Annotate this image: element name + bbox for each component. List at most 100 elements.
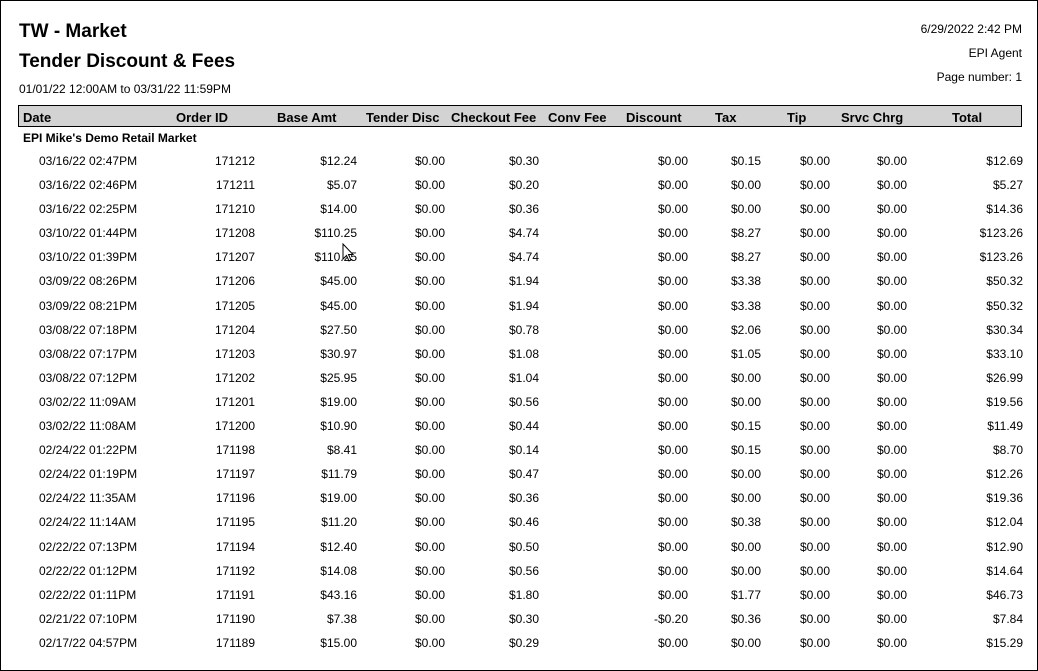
cell-date: 02/22/22 01:12PM — [39, 563, 138, 578]
cell-order-id: 171198 — [215, 443, 255, 458]
table-row: 02/21/22 07:10PM 171190 $7.38 $0.00 $0.30 -$0… — [1, 608, 1038, 632]
cell-base-amt: $15.00 — [320, 635, 357, 650]
cell-base-amt: $12.24 — [320, 154, 357, 168]
cell-tender-disc: $0.00 — [414, 394, 445, 409]
cell-order-id: 171191 — [215, 587, 255, 602]
cell-base-amt: $27.50 — [320, 322, 357, 337]
cell-tender-disc: $0.00 — [414, 539, 445, 554]
cell-checkout-fee: $1.94 — [508, 298, 539, 313]
table-row: 03/16/22 02:46PM 171211 $5.07 $0.00 $0.20 $0.… — [1, 174, 1038, 198]
cell-tax: $0.38 — [730, 515, 761, 530]
cell-discount: $0.00 — [657, 226, 688, 241]
cell-discount: $0.00 — [657, 370, 688, 385]
cell-srvc-chrg: $0.00 — [876, 515, 907, 530]
cell-checkout-fee: $0.29 — [508, 635, 539, 650]
table-row: 02/24/22 11:14AM 171195 $11.20 $0.00 $0.46 $0… — [1, 511, 1038, 535]
cell-order-id: 171197 — [215, 467, 255, 482]
cell-discount: $0.00 — [657, 298, 688, 313]
cell-tax: $0.00 — [730, 563, 761, 578]
cell-tender-disc: $0.00 — [414, 322, 445, 337]
cell-tax: $8.27 — [730, 226, 761, 241]
cell-order-id: 171203 — [214, 346, 255, 361]
cell-tender-disc: $0.00 — [414, 226, 445, 241]
cell-tax: $0.00 — [730, 394, 761, 409]
cell-tip: $0.00 — [799, 563, 830, 578]
cell-tender-disc: $0.00 — [414, 250, 445, 265]
cell-base-amt: $19.00 — [320, 491, 357, 506]
cell-tender-disc: $0.00 — [414, 178, 445, 193]
cell-tender-disc: $0.00 — [414, 298, 445, 313]
table-row: 03/02/22 11:09AM 171201 $19.00 $0.00 $0.56 $0… — [1, 391, 1038, 415]
report-title: TW - Market — [19, 21, 127, 42]
cell-order-id: 171190 — [215, 611, 255, 626]
cell-srvc-chrg: $0.00 — [876, 154, 907, 168]
cell-base-amt: $43.16 — [320, 587, 357, 602]
cell-date: 03/16/22 02:25PM — [39, 202, 138, 217]
cell-total: $123.26 — [979, 226, 1023, 241]
cell-date: 02/22/22 01:11PM — [39, 587, 137, 602]
cell-date: 03/10/22 01:44PM — [39, 226, 138, 241]
cell-tender-disc: $0.00 — [414, 274, 445, 289]
table-row: 02/17/22 04:57PM 171189 $15.00 $0.00 $0.29 $0… — [1, 632, 1038, 656]
table-row: 03/08/22 07:18PM 171204 $27.50 $0.00 $0.78 $0… — [1, 319, 1038, 343]
table-row: 02/22/22 01:11PM 171191 $43.16 $0.00 $1.80 $0… — [1, 584, 1038, 608]
cell-discount: $0.00 — [657, 202, 688, 217]
cell-base-amt: $14.00 — [320, 202, 357, 217]
cell-date: 03/02/22 11:08AM — [39, 419, 137, 434]
cell-total: $19.56 — [986, 394, 1023, 409]
cell-base-amt: $8.41 — [326, 443, 357, 458]
cell-total: $33.10 — [986, 346, 1023, 361]
cell-date: 03/10/22 01:39PM — [39, 250, 138, 265]
cell-date: 03/08/22 07:12PM — [39, 370, 138, 385]
cell-tip: $0.00 — [799, 635, 830, 650]
cell-total: $8.70 — [992, 443, 1023, 458]
cell-checkout-fee: $0.36 — [508, 202, 539, 217]
table-row: 03/16/22 02:47PM 171212 $12.24 $0.00 $0.30 $0… — [1, 150, 1038, 174]
cell-date: 02/17/22 04:57PM — [39, 635, 138, 650]
cell-tax: $0.00 — [730, 202, 761, 217]
cell-order-id: 171206 — [214, 274, 255, 289]
page-number: Page number: 1 — [936, 70, 1022, 84]
cell-srvc-chrg: $0.00 — [876, 250, 907, 265]
report-page: TW - Market Tender Discount & Fees 01/01… — [0, 0, 1038, 671]
col-srvc-chrg: Srvc Chrg — [841, 110, 904, 125]
table-row: 02/24/22 01:19PM 171197 $11.79 $0.00 $0.47 $0… — [1, 463, 1038, 487]
cell-discount: $0.00 — [657, 467, 688, 482]
col-discount: Discount — [626, 110, 682, 125]
printed-timestamp: 6/29/2022 2:42 PM — [920, 22, 1022, 36]
cell-tip: $0.00 — [799, 322, 830, 337]
agent-name: EPI Agent — [968, 46, 1022, 60]
cell-discount: $0.00 — [657, 322, 688, 337]
cell-order-id: 171200 — [214, 419, 255, 434]
cell-srvc-chrg: $0.00 — [876, 443, 907, 458]
cell-checkout-fee: $0.47 — [508, 467, 539, 482]
cell-discount: $0.00 — [657, 346, 688, 361]
cell-base-amt: $14.08 — [320, 563, 357, 578]
table-row: 03/09/22 08:26PM 171206 $45.00 $0.00 $1.94 $0… — [1, 270, 1038, 294]
cell-discount: $0.00 — [657, 178, 688, 193]
cell-tax: $0.36 — [730, 611, 761, 626]
cell-tax: $3.38 — [730, 298, 761, 313]
cell-tax: $0.15 — [730, 419, 761, 434]
cell-tender-disc: $0.00 — [414, 154, 445, 168]
cell-total: $12.90 — [986, 539, 1023, 554]
cell-discount: -$0.20 — [653, 611, 688, 626]
cell-tip: $0.00 — [799, 443, 830, 458]
cell-tip: $0.00 — [799, 467, 830, 482]
cell-tax: $0.00 — [730, 370, 761, 385]
cell-checkout-fee: $0.30 — [508, 611, 539, 626]
col-conv-fee: Conv Fee — [548, 110, 607, 125]
cell-tax: $0.00 — [730, 491, 761, 506]
cell-tip: $0.00 — [799, 539, 830, 554]
cell-date: 02/24/22 11:35AM — [39, 491, 137, 506]
cell-discount: $0.00 — [657, 250, 688, 265]
cell-checkout-fee: $4.74 — [508, 250, 539, 265]
cell-checkout-fee: $1.08 — [508, 346, 539, 361]
cell-srvc-chrg: $0.00 — [876, 635, 907, 650]
cell-tender-disc: $0.00 — [414, 202, 445, 217]
cell-discount: $0.00 — [657, 443, 688, 458]
cell-srvc-chrg: $0.00 — [876, 370, 907, 385]
cell-base-amt: $30.97 — [320, 346, 357, 361]
cell-tip: $0.00 — [799, 154, 830, 168]
cell-tax: $0.15 — [730, 154, 761, 168]
